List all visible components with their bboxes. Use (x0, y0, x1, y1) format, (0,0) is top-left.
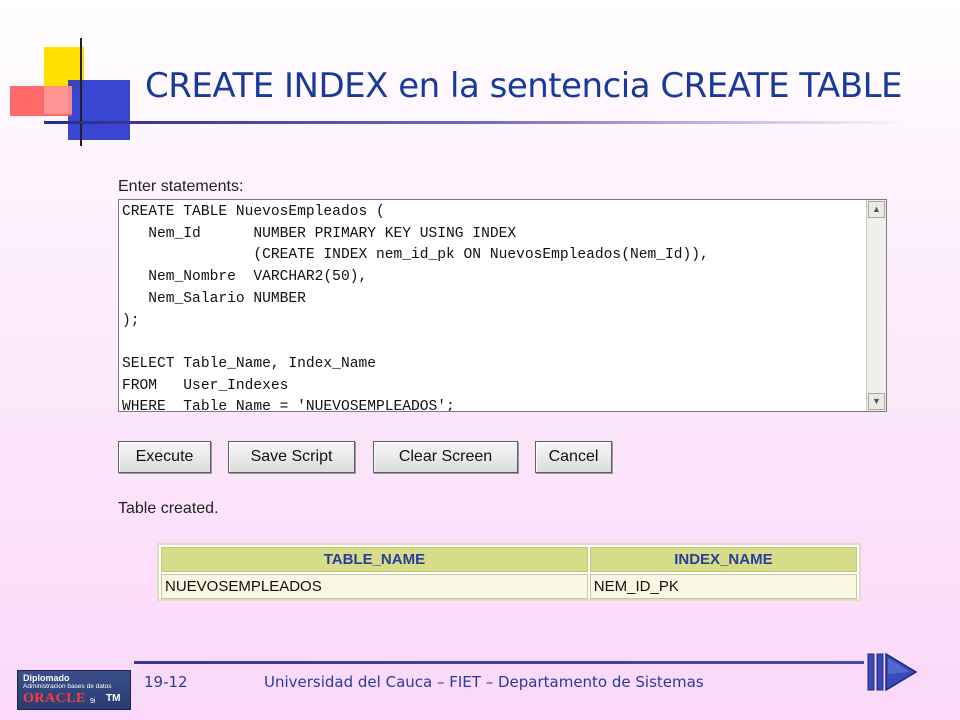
footer-rule (134, 661, 864, 664)
slide-title: CREATE INDEX en la sentencia CREATE TABL… (145, 66, 903, 106)
save-script-button[interactable]: Save Script (228, 441, 355, 473)
next-slide-icon[interactable] (866, 648, 926, 696)
cell-index-name: NEM_ID_PK (589, 574, 857, 599)
cancel-button[interactable]: Cancel (535, 441, 612, 473)
badge-version: 9i (90, 698, 96, 705)
clear-screen-button[interactable]: Clear Screen (373, 441, 518, 473)
scroll-up-icon[interactable]: ▲ (868, 201, 885, 218)
cell-table-name: NUEVOSEMPLEADOS (161, 574, 588, 599)
column-header-table-name: TABLE_NAME (161, 547, 588, 572)
oracle-badge-logo: Diplomado Administracion bases de datos … (17, 670, 131, 710)
enter-statements-label: Enter statements: (118, 178, 244, 195)
execute-button[interactable]: Execute (118, 441, 211, 473)
table-row: NUEVOSEMPLEADOS NEM_ID_PK (161, 574, 857, 599)
decorative-logo (10, 38, 140, 146)
badge-subtitle: Administracion bases de datos (23, 683, 112, 690)
sql-editor[interactable]: CREATE TABLE NuevosEmpleados ( Nem_Id NU… (118, 199, 887, 412)
badge-title: Diplomado (23, 673, 70, 683)
footer-text: Universidad del Cauca – FIET – Departame… (264, 673, 704, 691)
result-table: TABLE_NAME INDEX_NAME NUEVOSEMPLEADOS NE… (157, 543, 861, 601)
title-underline (44, 121, 910, 124)
column-header-index-name: INDEX_NAME (589, 547, 857, 572)
sql-code[interactable]: CREATE TABLE NuevosEmpleados ( Nem_Id NU… (122, 202, 864, 411)
scroll-down-icon[interactable]: ▼ (868, 393, 885, 410)
editor-scrollbar[interactable]: ▲ ▼ (866, 200, 886, 411)
page-number: 19-12 (144, 673, 188, 691)
result-status: Table created. (118, 500, 219, 517)
badge-brand: ORACLE (23, 691, 86, 706)
badge-tm: TM (106, 693, 121, 704)
